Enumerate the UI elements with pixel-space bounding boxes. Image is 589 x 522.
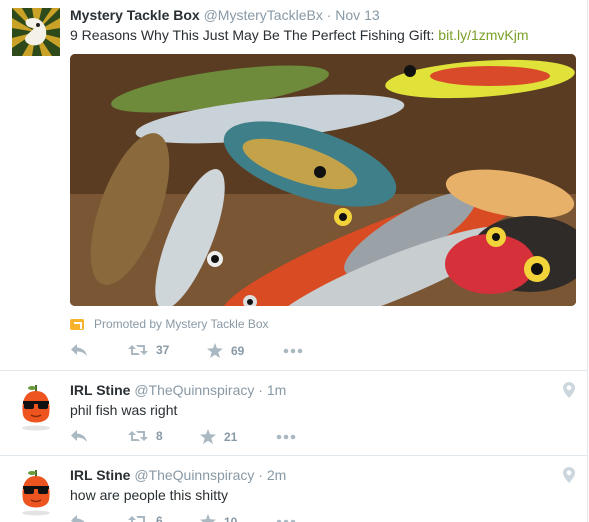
retweet-count: 37 [156, 343, 170, 357]
favorite-icon [207, 343, 223, 358]
author-handle[interactable]: @MysteryTackleBx [204, 7, 323, 23]
tweet-avatar[interactable] [12, 468, 60, 516]
more-icon [283, 348, 303, 354]
separator-dot: · [326, 7, 332, 23]
reply-button[interactable] [70, 343, 88, 357]
promoted-icon [70, 318, 84, 330]
reply-button[interactable] [70, 429, 88, 443]
reply-icon [71, 515, 85, 522]
favorite-count: 10 [224, 514, 238, 522]
tweet-link[interactable]: bit.ly/1zmvKjm [438, 27, 528, 43]
promoted-text: Promoted by Mystery Tackle Box [94, 317, 269, 331]
timeline: Mystery Tackle Box @MysteryTackleBx · No… [0, 0, 588, 522]
tweet-text: how are people this shitty [70, 487, 228, 503]
promoted-label[interactable]: Promoted by Mystery Tackle Box [70, 317, 269, 331]
author-name[interactable]: IRL Stine [70, 467, 130, 483]
favorite-button[interactable]: 10 [200, 514, 237, 522]
separator-dot: · [258, 382, 263, 398]
retweet-button[interactable]: 6 [128, 514, 163, 522]
tweet-avatar[interactable] [12, 8, 60, 56]
retweet-button[interactable]: 8 [128, 429, 163, 443]
retweet-icon [128, 516, 148, 522]
favorite-button[interactable]: 21 [200, 429, 237, 444]
geo-pin-icon[interactable] [563, 467, 575, 483]
reply-button[interactable] [70, 514, 88, 522]
tweet-timestamp[interactable]: Nov 13 [335, 7, 379, 23]
tweet-timestamp[interactable]: 1m [267, 382, 286, 398]
author-name[interactable]: IRL Stine [70, 382, 130, 398]
tweet-timestamp[interactable]: 2m [267, 467, 286, 483]
tweet-header: IRL Stine @TheQuinnspiracy · 2m [70, 467, 286, 483]
tweet[interactable]: IRL Stine @TheQuinnspiracy · 2m how are … [0, 455, 587, 522]
tweet-body: 9 Reasons Why This Just May Be The Perfe… [70, 27, 439, 43]
favorite-icon [200, 514, 216, 522]
favorite-button[interactable]: 69 [207, 343, 244, 358]
favorite-icon [200, 429, 216, 444]
retweet-button[interactable]: 37 [128, 343, 169, 357]
reply-icon [71, 344, 87, 356]
promoted-tweet[interactable]: Mystery Tackle Box @MysteryTackleBx · No… [0, 0, 587, 370]
tweet-header: IRL Stine @TheQuinnspiracy · 1m [70, 382, 286, 398]
retweet-icon [128, 345, 148, 355]
more-button[interactable] [276, 430, 296, 444]
fishing-lures-photo[interactable] [70, 54, 576, 306]
retweet-icon [128, 431, 148, 441]
tweet-text: 9 Reasons Why This Just May Be The Perfe… [70, 27, 529, 43]
separator-dot: · [258, 467, 263, 483]
more-icon [276, 519, 296, 522]
geo-pin-icon[interactable] [563, 382, 575, 398]
tweet-header: Mystery Tackle Box @MysteryTackleBx · No… [70, 7, 380, 23]
more-button[interactable] [283, 344, 303, 358]
favorite-count: 21 [224, 429, 238, 444]
tweet-avatar[interactable] [12, 383, 60, 431]
favorite-count: 69 [231, 343, 245, 358]
more-button[interactable] [276, 515, 296, 522]
author-name[interactable]: Mystery Tackle Box [70, 7, 200, 23]
retweet-count: 6 [156, 514, 163, 522]
more-icon [276, 434, 296, 440]
author-handle[interactable]: @TheQuinnspiracy [134, 382, 254, 398]
tweet-text: phil fish was right [70, 402, 178, 418]
author-handle[interactable]: @TheQuinnspiracy [134, 467, 254, 483]
tweet[interactable]: IRL Stine @TheQuinnspiracy · 1m phil fis… [0, 370, 587, 456]
retweet-count: 8 [156, 429, 163, 443]
reply-icon [71, 430, 87, 442]
